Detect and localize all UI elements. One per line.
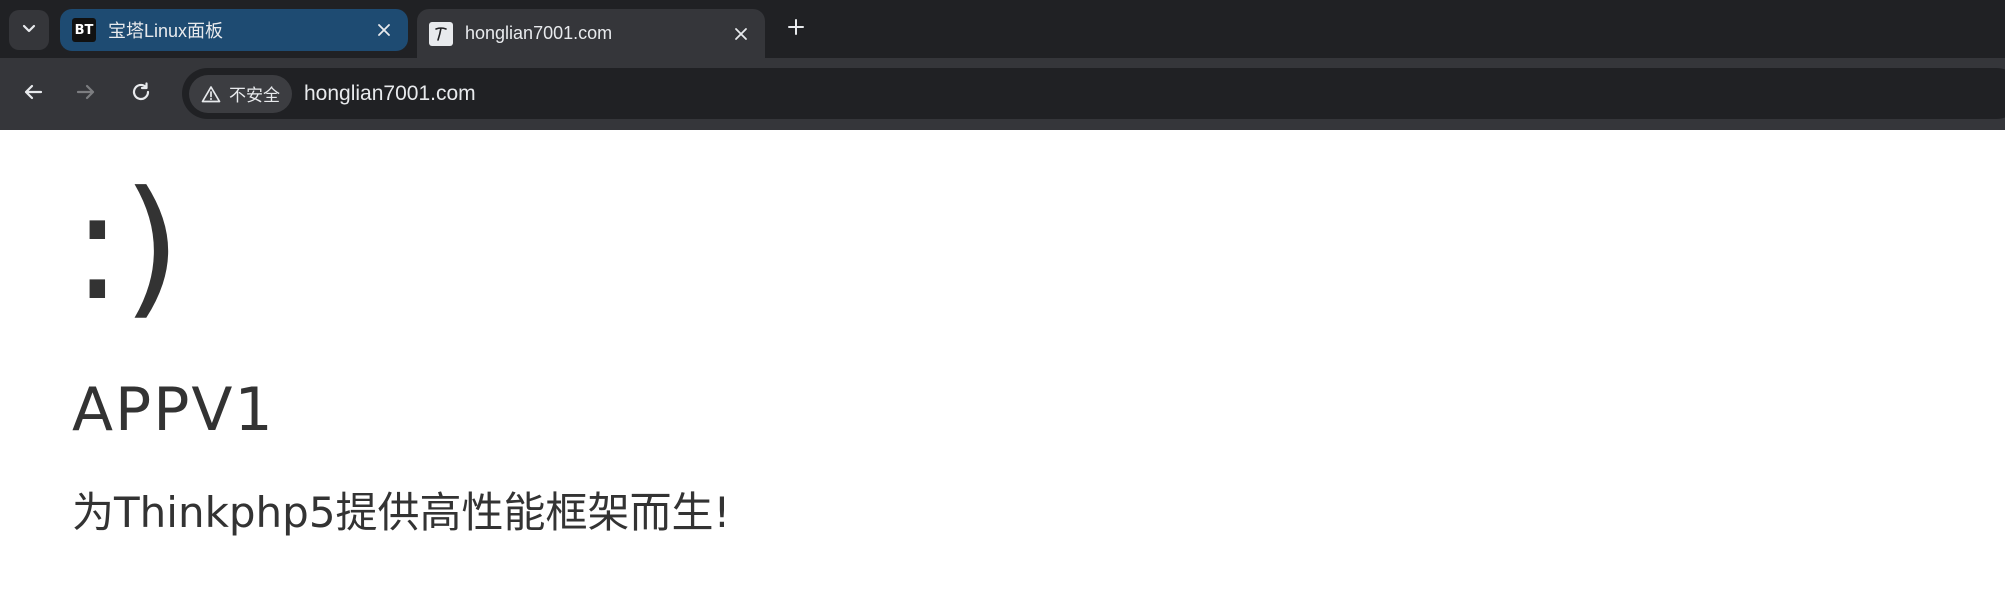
arrow-right-icon — [75, 81, 97, 108]
app-name-heading: APPV1 — [72, 375, 275, 445]
close-icon[interactable] — [729, 22, 753, 46]
reload-button[interactable] — [123, 76, 159, 112]
address-bar[interactable]: 不安全 honglian7001.com — [182, 68, 2005, 119]
security-indicator[interactable]: 不安全 — [189, 74, 292, 113]
back-button[interactable] — [15, 76, 51, 112]
plus-icon — [787, 18, 805, 41]
forward-button[interactable] — [68, 76, 104, 112]
toolbar: 不安全 honglian7001.com — [0, 58, 2005, 130]
tab-strip: BT 宝塔Linux面板 honglian7001.com — [0, 0, 2005, 58]
page-content: :) APPV1 为Thinkphp5提供高性能框架而生! — [0, 130, 2005, 601]
url-text[interactable]: honglian7001.com — [304, 82, 476, 106]
warning-triangle-icon — [201, 85, 221, 103]
site-favicon-icon — [429, 21, 453, 46]
new-tab-button[interactable] — [780, 13, 812, 45]
reload-icon — [130, 81, 152, 108]
bt-favicon-icon: BT — [72, 18, 96, 42]
tab-title: honglian7001.com — [465, 23, 613, 43]
close-icon[interactable] — [372, 18, 396, 42]
arrow-left-icon — [22, 81, 44, 108]
tab-honglian[interactable]: honglian7001.com — [417, 9, 765, 58]
chevron-down-icon — [21, 20, 37, 41]
tab-search-button[interactable] — [9, 10, 49, 50]
tagline-text: 为Thinkphp5提供高性能框架而生! — [72, 488, 731, 537]
security-label: 不安全 — [229, 86, 280, 105]
browser-chrome: BT 宝塔Linux面板 honglian7001.com 不安全 hongli… — [0, 0, 2005, 130]
tab-title: 宝塔Linux面板 — [108, 21, 224, 41]
smiley-emoticon: :) — [72, 160, 182, 334]
tab-bt-panel[interactable]: BT 宝塔Linux面板 — [60, 9, 408, 51]
